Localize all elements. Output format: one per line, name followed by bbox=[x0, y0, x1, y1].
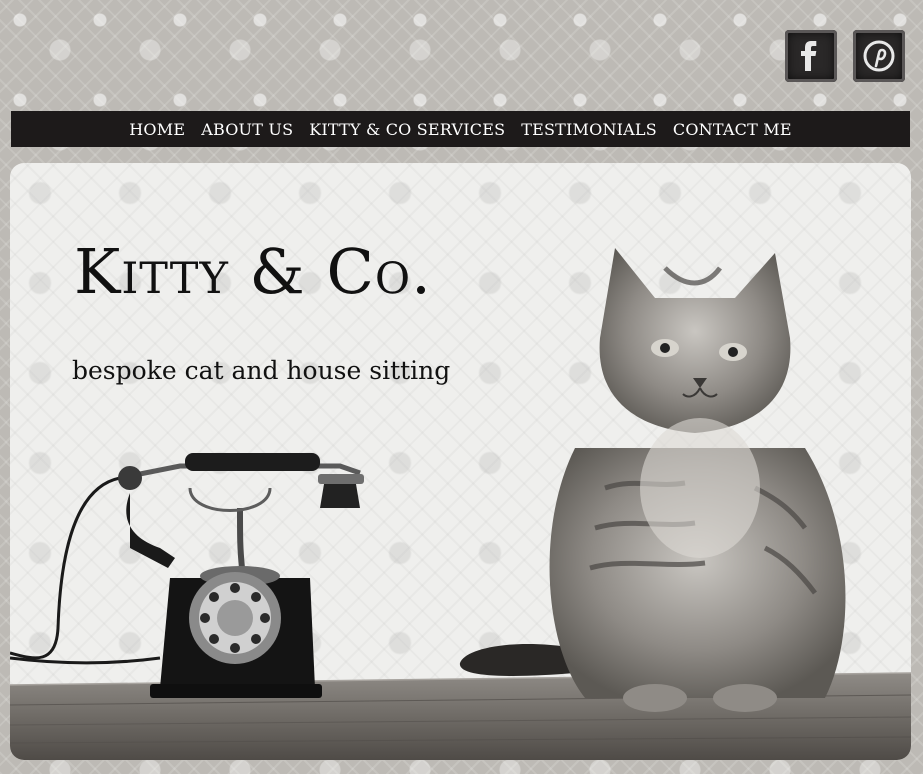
facebook-icon[interactable] bbox=[785, 30, 837, 82]
nav-home[interactable]: HOME bbox=[129, 120, 185, 139]
nav-contact-me[interactable]: CONTACT ME bbox=[673, 120, 792, 139]
facebook-glyph bbox=[801, 41, 817, 71]
hero-banner: Kitty & Co. bespoke cat and house sittin… bbox=[10, 163, 911, 760]
social-links bbox=[785, 30, 905, 82]
brand-tagline: bespoke cat and house sitting bbox=[72, 356, 451, 385]
nav-testimonials[interactable]: TESTIMONIALS bbox=[521, 120, 657, 139]
tabby-cat-image bbox=[459, 248, 846, 712]
nav-services[interactable]: KITTY & CO SERVICES bbox=[309, 120, 505, 139]
pinterest-icon[interactable] bbox=[853, 30, 905, 82]
pinterest-glyph bbox=[863, 40, 895, 72]
brand-title: Kitty & Co. bbox=[74, 235, 432, 308]
main-nav: HOME ABOUT US KITTY & CO SERVICES TESTIM… bbox=[11, 111, 910, 147]
nav-about-us[interactable]: ABOUT US bbox=[201, 120, 293, 139]
vintage-telephone-image bbox=[10, 453, 364, 698]
